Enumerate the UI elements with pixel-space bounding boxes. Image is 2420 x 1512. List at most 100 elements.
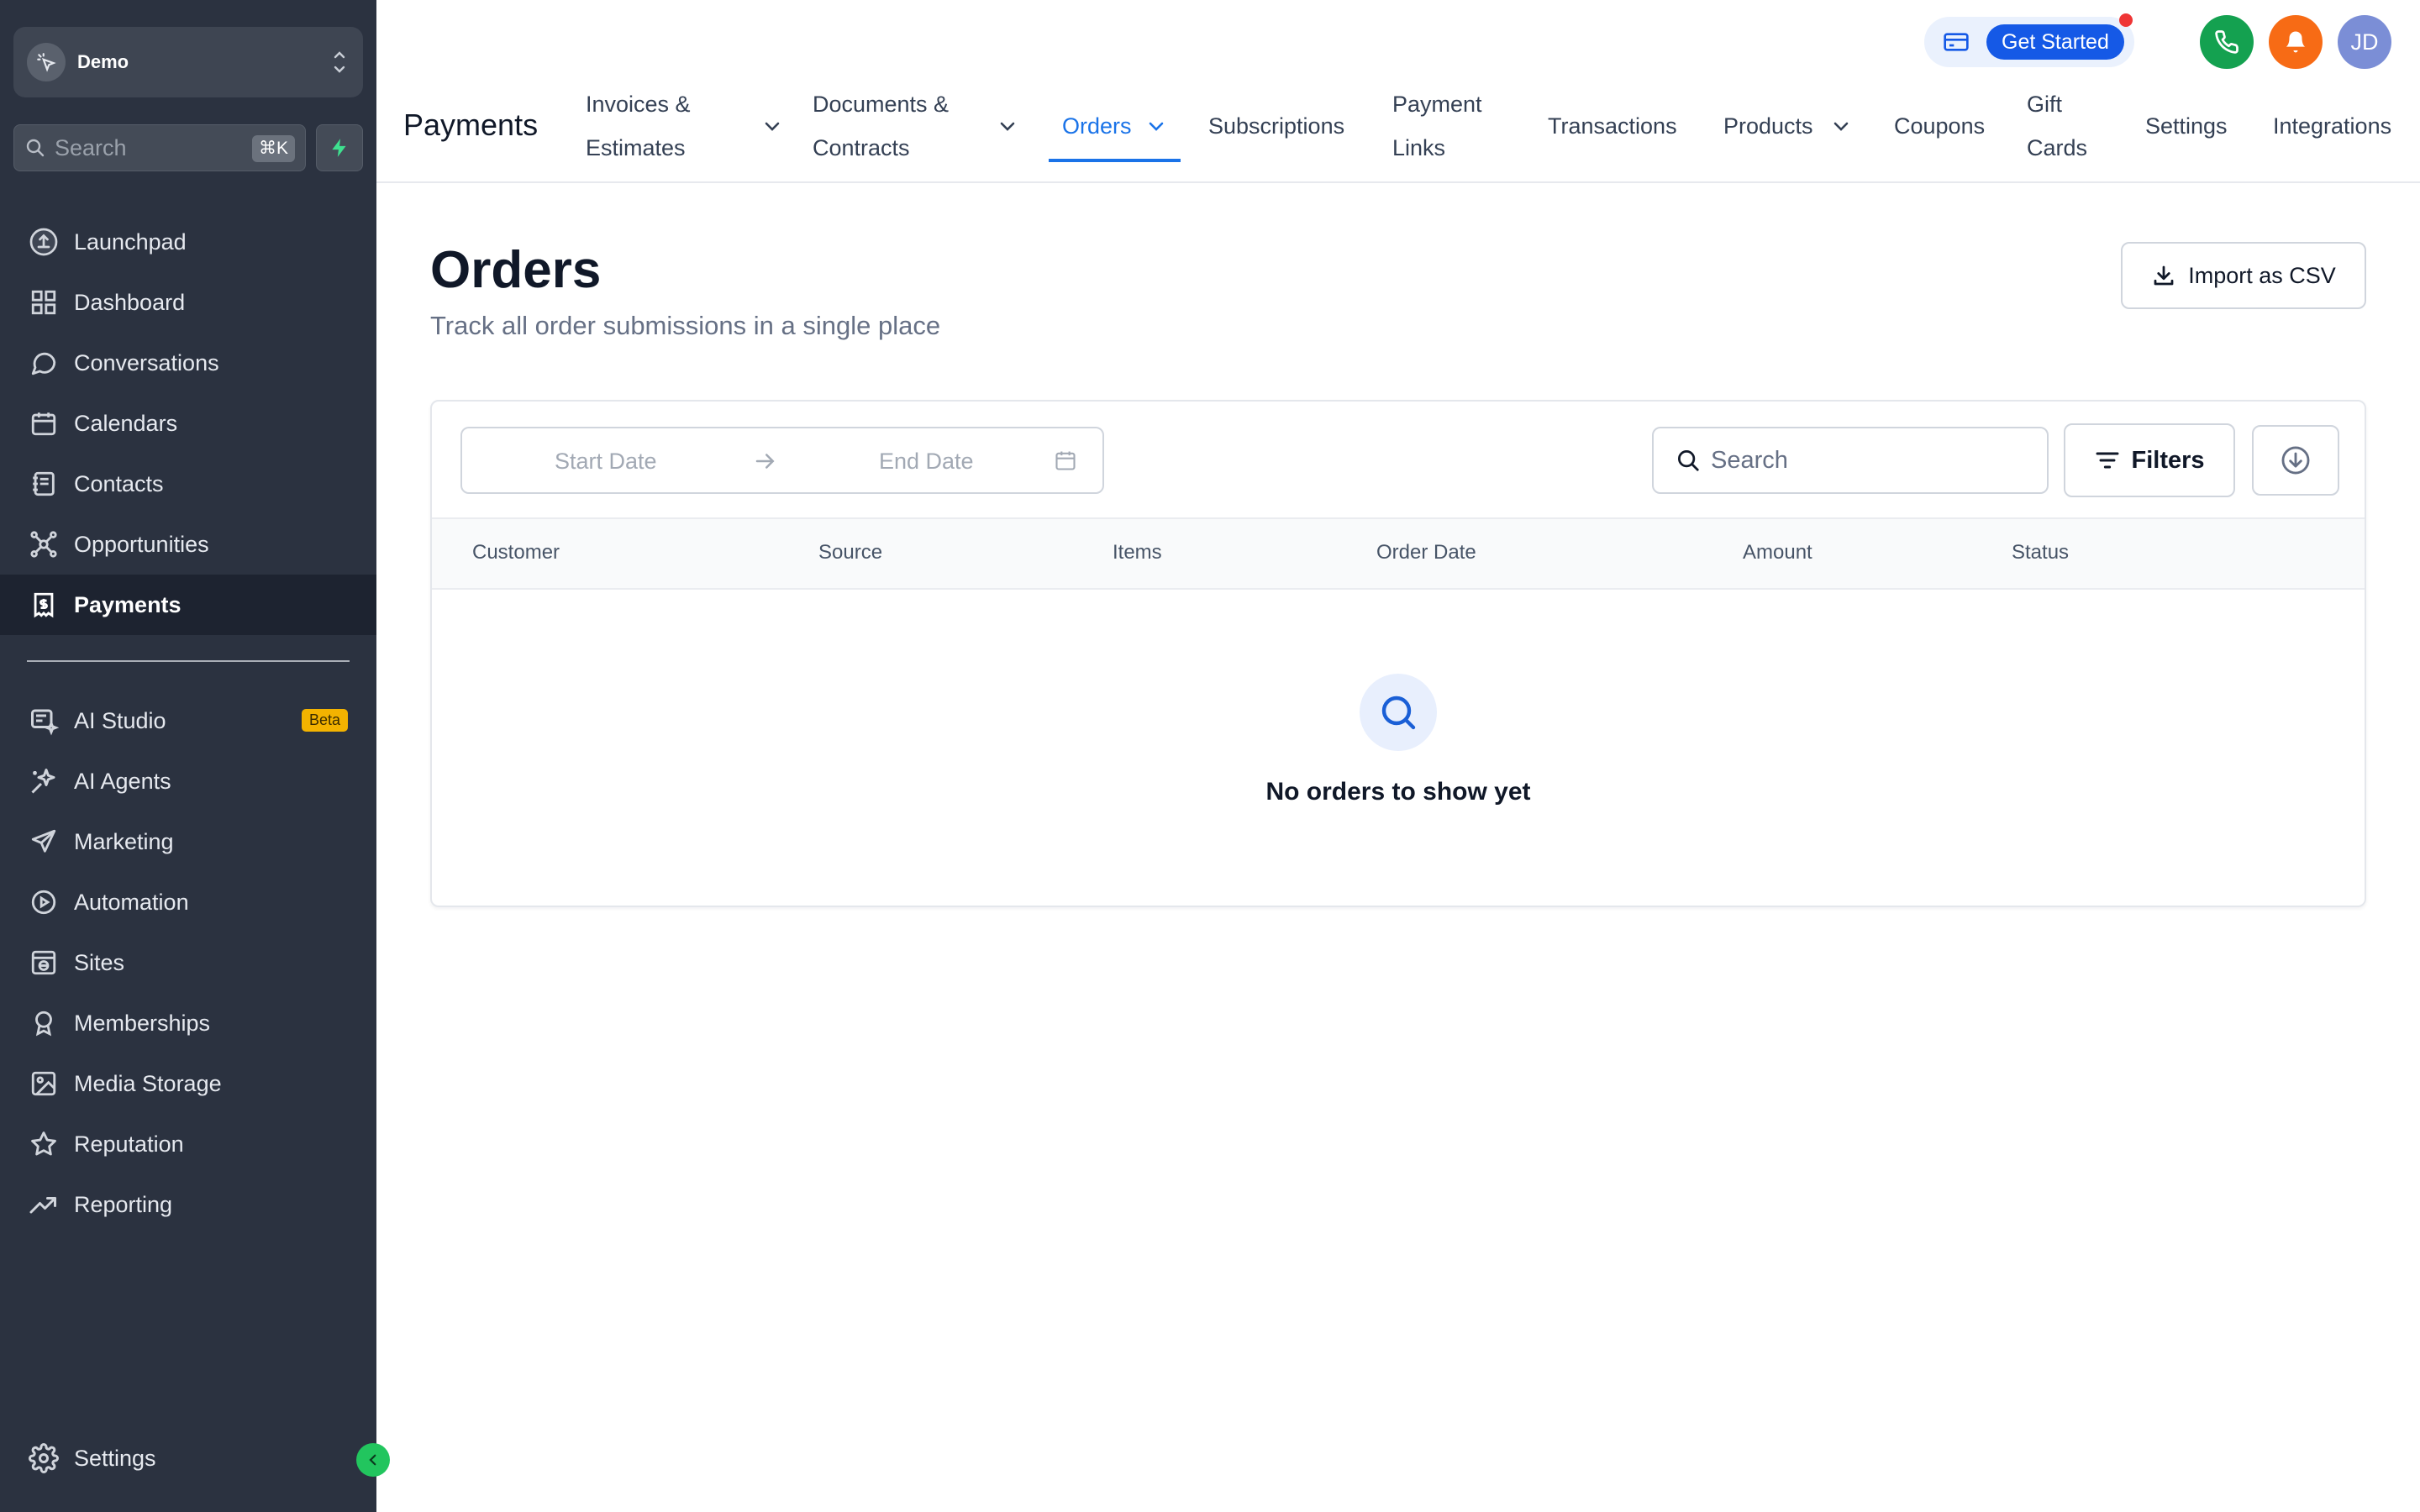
sidebar-item-label: Media Storage (74, 1070, 222, 1096)
sidebar-item-label: Automation (74, 889, 189, 915)
calendar-icon (27, 407, 60, 440)
sidebar-item-reporting[interactable]: Reporting (0, 1174, 376, 1235)
tab-label: Settings (2145, 113, 2228, 139)
sites-icon (27, 946, 60, 979)
column-header-items[interactable]: Items (1113, 541, 1162, 564)
tab-integrations[interactable]: Integrations (2273, 104, 2391, 148)
tab-label-line2: Cards (2027, 135, 2088, 160)
phone-button[interactable] (2200, 15, 2254, 69)
date-range-picker[interactable]: Start Date End Date (460, 427, 1104, 494)
tab-label-line2: Links (1392, 135, 1446, 160)
get-started-pill[interactable]: Get Started (1924, 17, 2134, 67)
tab-orders[interactable]: Orders (1062, 104, 1164, 148)
export-button[interactable] (2252, 425, 2339, 496)
bolt-icon (332, 139, 346, 157)
tab-label-line1: Invoices & (586, 92, 691, 117)
account-switcher[interactable]: Demo (13, 27, 363, 97)
column-header-amount[interactable]: Amount (1743, 541, 1812, 564)
sidebar-item-calendars[interactable]: Calendars (0, 393, 376, 454)
sidebar-item-marketing[interactable]: Marketing (0, 811, 376, 872)
tab-invoices-estimates[interactable]: Invoices & Estimates (586, 82, 780, 170)
collapse-sidebar-button[interactable] (356, 1443, 390, 1477)
import-csv-button[interactable]: Import as CSV (2121, 242, 2366, 309)
column-header-source[interactable]: Source (818, 541, 882, 564)
active-tab-indicator (1049, 159, 1181, 162)
sidebar-item-ai-agents[interactable]: AI Agents (0, 751, 376, 811)
orders-search-input[interactable]: Search (1652, 427, 2049, 494)
filters-button[interactable]: Filters (2064, 423, 2235, 497)
tab-settings[interactable]: Settings (2145, 104, 2228, 148)
bell-icon (2286, 31, 2306, 53)
sidebar-item-label: Settings (74, 1445, 156, 1471)
download-icon (2151, 263, 2176, 288)
sidebar-item-settings[interactable]: Settings (0, 1428, 376, 1488)
tab-coupons[interactable]: Coupons (1894, 104, 1985, 148)
sidebar-item-label: Marketing (74, 828, 174, 854)
tab-label-line1: Gift (2027, 92, 2063, 117)
sidebar-divider (27, 660, 350, 662)
sidebar-item-label: Launchpad (74, 228, 187, 255)
start-date-placeholder: Start Date (555, 449, 657, 474)
shortcut-badge: ⌘K (251, 135, 295, 162)
notifications-button[interactable] (2269, 15, 2323, 69)
tab-transactions[interactable]: Transactions (1548, 104, 1677, 148)
sidebar-item-reputation[interactable]: Reputation (0, 1114, 376, 1174)
chevron-left-icon (369, 1454, 376, 1466)
sidebar-item-contacts[interactable]: Contacts (0, 454, 376, 514)
sidebar-item-media-storage[interactable]: Media Storage (0, 1053, 376, 1114)
tab-products[interactable]: Products (1723, 104, 1849, 148)
ai-studio-icon (27, 704, 60, 738)
contacts-icon (27, 467, 60, 501)
top-header: Get Started JD Payments Invoices & Estim… (376, 0, 2420, 183)
section-title: Payments (403, 108, 539, 142)
search-placeholder: Search (1711, 446, 1788, 474)
tab-subscriptions[interactable]: Subscriptions (1208, 104, 1344, 148)
sidebar-search-placeholder: Search (55, 134, 127, 160)
tab-label-line2: Estimates (586, 135, 686, 160)
account-icon (27, 43, 66, 81)
filter-icon (2094, 447, 2121, 474)
import-csv-label: Import as CSV (2188, 262, 2336, 288)
end-date-placeholder: End Date (879, 449, 974, 474)
sidebar-item-opportunities[interactable]: Opportunities (0, 514, 376, 575)
chevron-updown-icon (331, 45, 348, 79)
sidebar-item-label: Contacts (74, 470, 164, 496)
sidebar-item-label: Reporting (74, 1191, 173, 1217)
column-header-order-date[interactable]: Order Date (1376, 541, 1476, 564)
tab-label: Transactions (1548, 113, 1677, 139)
payments-icon (27, 588, 60, 622)
sidebar-item-launchpad[interactable]: Launchpad (0, 212, 376, 272)
tab-label: Subscriptions (1208, 113, 1345, 139)
chevron-down-icon (1833, 122, 1849, 131)
download-circle-icon (2281, 446, 2310, 475)
column-header-status[interactable]: Status (2012, 541, 2069, 564)
avatar[interactable]: JD (2338, 15, 2391, 69)
empty-search-icon (1360, 674, 1437, 751)
sidebar-search-input[interactable]: Search ⌘K (13, 124, 306, 171)
column-header-customer[interactable]: Customer (472, 541, 560, 564)
badge-icon (27, 1006, 60, 1040)
star-icon (27, 1127, 60, 1161)
sidebar-item-automation[interactable]: Automation (0, 872, 376, 932)
sidebar-item-label: Dashboard (74, 289, 186, 315)
send-icon (27, 825, 60, 858)
sidebar-item-label: Calendars (74, 410, 178, 436)
tab-gift-cards[interactable]: Gift Cards (2027, 82, 2087, 170)
chevron-down-icon (1000, 122, 1015, 131)
tab-payment-links[interactable]: Payment Links (1392, 82, 1482, 170)
tab-documents-contracts[interactable]: Documents & Contracts (813, 82, 1015, 170)
get-started-button[interactable]: Get Started (1986, 24, 2124, 60)
search-icon (24, 137, 46, 159)
sidebar-item-ai-studio[interactable]: AI Studio Beta (0, 690, 376, 751)
sparkle-icon (27, 764, 60, 798)
sidebar-item-dashboard[interactable]: Dashboard (0, 272, 376, 333)
sidebar-item-payments[interactable]: Payments (0, 575, 376, 635)
quick-action-button[interactable] (316, 124, 363, 171)
tab-label-line1: Documents & (813, 92, 950, 117)
tab-label-line2: Contracts (813, 135, 910, 160)
tab-label: Orders (1062, 113, 1132, 139)
sidebar-item-sites[interactable]: Sites (0, 932, 376, 993)
sidebar-item-label: Memberships (74, 1010, 211, 1036)
sidebar-item-memberships[interactable]: Memberships (0, 993, 376, 1053)
sidebar-item-conversations[interactable]: Conversations (0, 333, 376, 393)
